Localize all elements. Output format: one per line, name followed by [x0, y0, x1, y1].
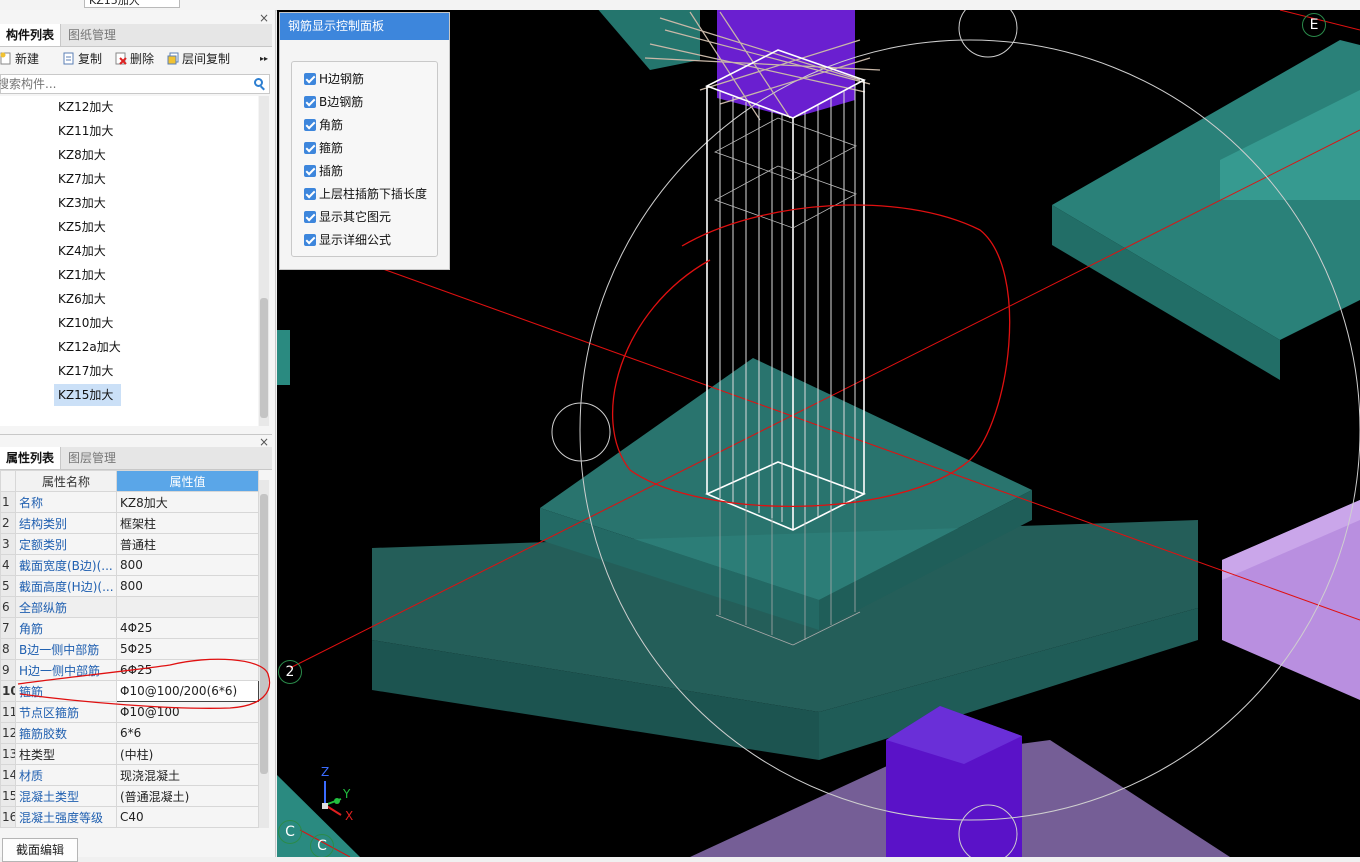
checkbox-h-edge-rebar[interactable]: H边钢筋: [304, 70, 364, 88]
checkbox-label: 显示详细公式: [319, 233, 392, 247]
axis-gizmo: Z Y X: [315, 765, 365, 825]
checkbox-show-other-elements[interactable]: 显示其它图元: [304, 208, 391, 226]
checkbox-checked-icon[interactable]: [304, 211, 316, 223]
checkbox-label: H边钢筋: [319, 72, 365, 86]
checkbox-corner-rebar[interactable]: 角筋: [304, 116, 343, 134]
checkbox-upper-dowel-length[interactable]: 上层柱插筋下插长度: [304, 185, 427, 203]
axis-z-label: Z: [321, 765, 330, 779]
checkbox-checked-icon[interactable]: [304, 188, 316, 200]
axis-marker-c1[interactable]: C: [278, 820, 302, 844]
section-edit-button[interactable]: 截面编辑: [2, 838, 78, 862]
rebar-options-group: H边钢筋 B边钢筋 角筋 箍筋 插筋 上层柱插筋下插长度 显示其它图元 显示详细…: [291, 61, 438, 257]
document-tab[interactable]: KZ15加大: [84, 0, 180, 8]
checkbox-checked-icon[interactable]: [304, 119, 316, 131]
axis-y-label: Y: [343, 787, 351, 801]
checkbox-label: 插筋: [319, 164, 344, 178]
checkbox-stirrup[interactable]: 箍筋: [304, 139, 343, 157]
checkbox-label: 上层柱插筋下插长度: [319, 187, 428, 201]
checkbox-show-detailed-formula[interactable]: 显示详细公式: [304, 231, 391, 249]
axis-x-label: X: [345, 809, 354, 823]
checkbox-checked-icon[interactable]: [304, 234, 316, 246]
rebar-panel-title: 钢筋显示控制面板: [280, 13, 449, 40]
checkbox-label: 箍筋: [319, 141, 344, 155]
checkbox-checked-icon[interactable]: [304, 73, 316, 85]
axis-marker-2[interactable]: 2: [278, 660, 302, 684]
checkbox-label: 显示其它图元: [319, 210, 392, 224]
axis-marker-c2[interactable]: C: [310, 834, 334, 857]
checkbox-checked-icon[interactable]: [304, 165, 316, 177]
left-dock: × 构件列表 图纸管理 新建 复制 删除 层间复制 ▸▸ KZ12加大 KZ11…: [0, 10, 276, 862]
checkbox-checked-icon[interactable]: [304, 96, 316, 108]
checkbox-label: B边钢筋: [319, 95, 364, 109]
rebar-display-panel: 钢筋显示控制面板 H边钢筋 B边钢筋 角筋 箍筋 插筋 上层柱插筋下插长度 显示…: [279, 12, 450, 270]
checkbox-dowel[interactable]: 插筋: [304, 162, 343, 180]
axis-marker-e[interactable]: E: [1302, 13, 1326, 37]
checkbox-checked-icon[interactable]: [304, 142, 316, 154]
checkbox-b-edge-rebar[interactable]: B边钢筋: [304, 93, 363, 111]
annotation-highlight-row: [17, 658, 270, 709]
checkbox-label: 角筋: [319, 118, 344, 132]
